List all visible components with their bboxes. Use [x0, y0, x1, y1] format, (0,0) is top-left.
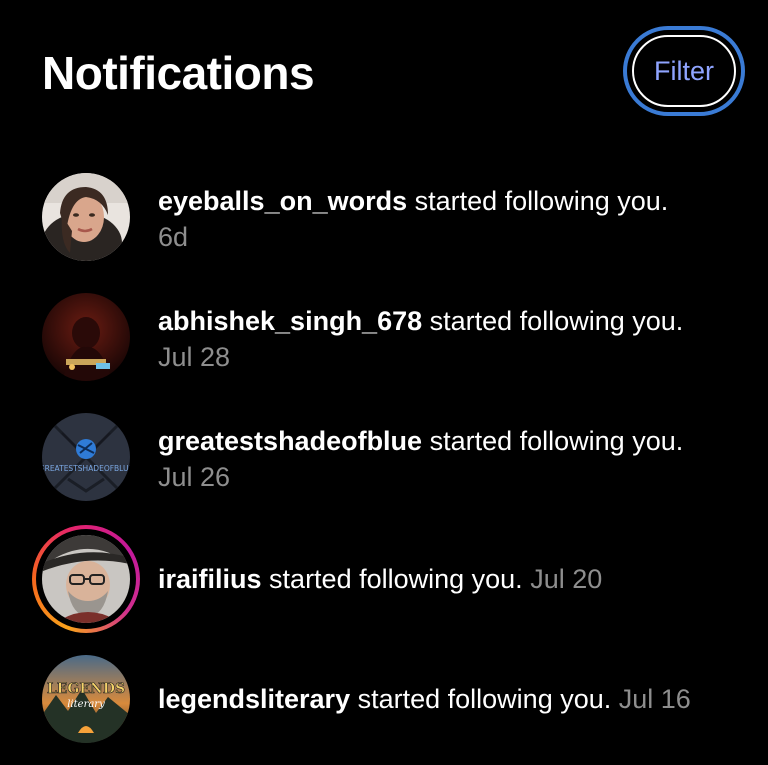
notification-text: legendsliterary started following you. J…	[158, 681, 691, 717]
username[interactable]: greatestshadeofblue	[158, 426, 422, 456]
page-title: Notifications	[42, 47, 315, 99]
notification-message: started following you.	[414, 186, 669, 216]
username[interactable]: iraifilius	[158, 564, 262, 594]
notification-text: iraifilius started following you. Jul 20	[158, 561, 602, 597]
notification-text: eyeballs_on_words started following you.	[158, 183, 668, 219]
username[interactable]: abhishek_singh_678	[158, 306, 422, 336]
notification-row[interactable]: abhishek_singh_678 started following you…	[0, 293, 768, 403]
avatar-logo-text: LEGENDS	[47, 681, 125, 697]
notification-row[interactable]: GREATESTSHADEOFBLUE greatestshadeofblue …	[0, 413, 768, 523]
timestamp: Jul 20	[530, 564, 603, 594]
avatar[interactable]	[42, 173, 130, 261]
woman-portrait-avatar-icon	[42, 173, 130, 261]
timestamp: Jul 26	[158, 462, 231, 492]
notification-row[interactable]: iraifilius started following you. Jul 20	[0, 525, 768, 645]
timestamp: 6d	[158, 222, 189, 252]
dark-red-scene-avatar-icon	[42, 293, 130, 381]
avatar[interactable]: LEGENDS literary	[42, 655, 130, 743]
avatar[interactable]	[42, 293, 130, 381]
username[interactable]: eyeballs_on_words	[158, 186, 407, 216]
notification-text: greatestshadeofblue started following yo…	[158, 423, 683, 459]
notification-row[interactable]: LEGENDS literary legendsliterary started…	[0, 655, 768, 765]
legends-literary-logo-avatar-icon: LEGENDS literary	[42, 655, 130, 743]
man-with-hat-avatar-icon	[42, 535, 130, 623]
notification-message: started following you.	[269, 564, 523, 594]
notification-text: abhishek_singh_678 started following you…	[158, 303, 683, 339]
timestamp: Jul 16	[618, 684, 691, 714]
filter-button[interactable]: Filter	[623, 26, 745, 116]
notification-message: started following you.	[429, 426, 684, 456]
notification-message: started following you.	[357, 684, 612, 714]
avatar[interactable]: GREATESTSHADEOFBLUE	[42, 413, 130, 501]
avatar-logo-text: GREATESTSHADEOFBLUE	[42, 464, 130, 473]
notification-row[interactable]: eyeballs_on_words started following you.…	[0, 173, 768, 283]
filter-button-label: Filter	[632, 35, 736, 107]
username[interactable]: legendsliterary	[158, 684, 350, 714]
avatar-logo-subtext: literary	[67, 699, 105, 710]
timestamp: Jul 28	[158, 342, 231, 372]
greatestshadeofblue-logo-avatar-icon: GREATESTSHADEOFBLUE	[42, 413, 130, 501]
notification-message: started following you.	[429, 306, 684, 336]
avatar[interactable]	[42, 535, 130, 623]
